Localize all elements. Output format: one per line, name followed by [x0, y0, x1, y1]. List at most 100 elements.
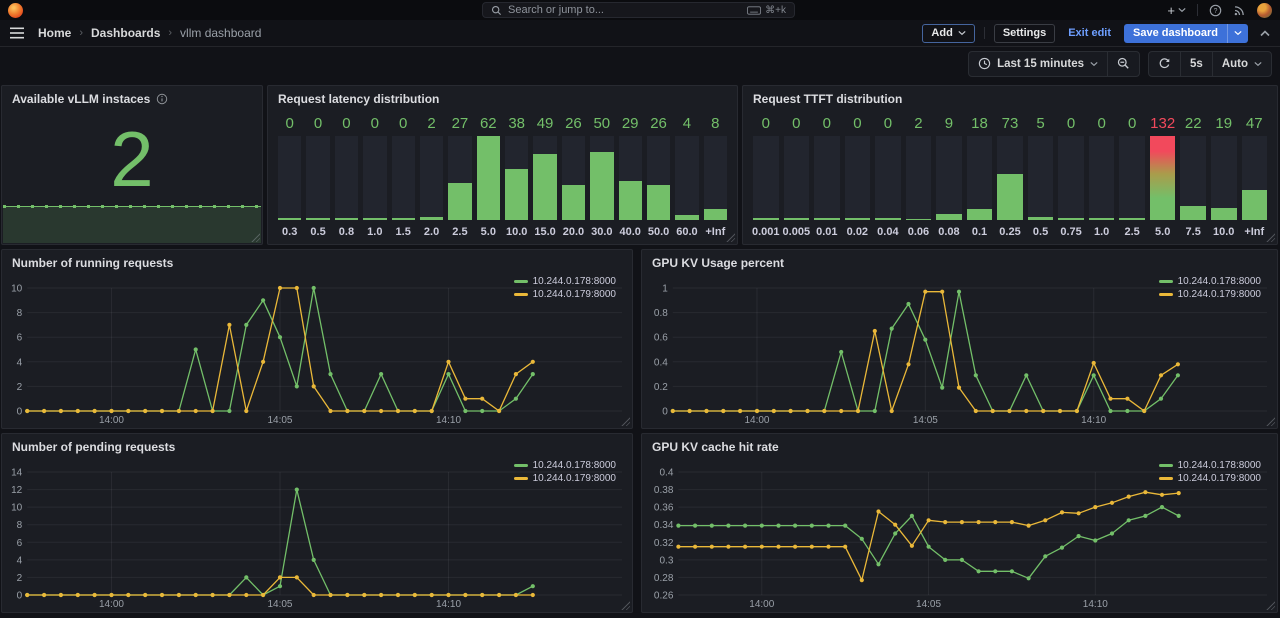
bar-value: 0	[1119, 114, 1145, 134]
series-color-swatch	[514, 280, 528, 283]
legend-item[interactable]: 10.244.0.178:8000	[514, 460, 616, 471]
refresh-icon	[1158, 57, 1171, 70]
bar-category-label: 5.0	[1150, 220, 1176, 238]
panel-title[interactable]: Number of pending requests	[12, 440, 175, 454]
svg-text:1: 1	[662, 284, 668, 295]
legend-item[interactable]: 10.244.0.178:8000	[1159, 276, 1261, 287]
user-avatar[interactable]	[1257, 3, 1272, 18]
time-range-picker[interactable]: Last 15 minutes	[969, 52, 1107, 76]
bar-0.001: 00.001	[753, 114, 779, 238]
panel-header: Request TTFT distribution	[743, 86, 1277, 112]
bar-fill	[753, 218, 779, 220]
bar-0.5: 50.5	[1028, 114, 1054, 238]
time-range-label: Last 15 minutes	[997, 58, 1084, 70]
news-icon[interactable]	[1233, 4, 1246, 17]
bar-+Inf: 47+Inf	[1242, 114, 1268, 238]
svg-text:14:05: 14:05	[267, 415, 292, 426]
panel-title[interactable]: Available vLLM instaces	[12, 92, 150, 106]
refresh-interval-label[interactable]: 5s	[1180, 52, 1212, 76]
bar-1.0: 01.0	[363, 114, 386, 238]
bar-fill	[675, 215, 698, 220]
breadcrumb-home[interactable]: Home	[38, 26, 71, 40]
bar-category-label: 2.5	[448, 220, 471, 238]
panel-title[interactable]: Number of running requests	[12, 256, 173, 270]
panel-title[interactable]: GPU KV Usage percent	[652, 256, 784, 270]
bar-5.0: 625.0	[477, 114, 500, 238]
collapse-chevron-up-icon[interactable]	[1260, 30, 1270, 37]
bar-value: 9	[936, 114, 962, 134]
bar-category-label: 0.1	[967, 220, 993, 238]
add-button[interactable]: Add	[922, 24, 974, 43]
help-icon[interactable]: ?	[1209, 4, 1222, 17]
panel-title[interactable]: Request TTFT distribution	[753, 92, 902, 106]
legend-item[interactable]: 10.244.0.179:8000	[1159, 289, 1261, 300]
bar-value: 73	[997, 114, 1023, 134]
bar-category-label: 1.0	[363, 220, 386, 238]
bar-fill	[448, 183, 471, 220]
svg-text:14:05: 14:05	[916, 599, 941, 610]
save-dashboard-button[interactable]: Save dashboard	[1124, 24, 1248, 43]
breadcrumb-separator: ›	[168, 27, 172, 39]
bar-category-label: 10.0	[1211, 220, 1237, 238]
panel-request-latency: Request latency distribution 00.300.500.…	[267, 85, 738, 245]
svg-text:0: 0	[662, 407, 668, 418]
bar-value: 38	[505, 114, 528, 134]
bar-fill	[647, 185, 670, 220]
search-input[interactable]: Search or jump to... ⌘+k	[482, 2, 795, 18]
bar-category-label: +Inf	[704, 220, 727, 238]
svg-text:14: 14	[11, 468, 23, 479]
legend-item[interactable]: 10.244.0.178:8000	[1159, 460, 1261, 471]
top-right-actions: + ?	[1167, 3, 1272, 18]
svg-text:0.2: 0.2	[654, 382, 668, 393]
bar-category-label: 0.001	[753, 220, 779, 238]
bar-fill	[590, 152, 613, 220]
bar-2.5: 272.5	[448, 114, 471, 238]
panel-title[interactable]: Request latency distribution	[278, 92, 439, 106]
svg-text:0.34: 0.34	[654, 520, 674, 531]
legend-item[interactable]: 10.244.0.179:8000	[514, 289, 616, 300]
bar-0.04: 00.04	[875, 114, 901, 238]
refresh-button[interactable]	[1149, 52, 1180, 76]
bar-category-label: 2.0	[420, 220, 443, 238]
bar-track	[997, 136, 1023, 220]
svg-text:8: 8	[17, 308, 23, 319]
bar-0.005: 00.005	[784, 114, 810, 238]
refresh-mode-picker[interactable]: Auto	[1212, 52, 1271, 76]
legend-item[interactable]: 10.244.0.178:8000	[514, 276, 616, 287]
legend-item[interactable]: 10.244.0.179:8000	[514, 473, 616, 484]
bar-value: 49	[533, 114, 556, 134]
menu-icon[interactable]	[10, 27, 24, 39]
settings-button[interactable]: Settings	[994, 24, 1055, 43]
bar-category-label: 40.0	[619, 220, 642, 238]
keyboard-shortcut-hint: ⌘+k	[747, 5, 786, 16]
svg-text:?: ?	[1214, 7, 1218, 14]
grafana-logo[interactable]	[8, 3, 23, 18]
bar-fill	[306, 218, 329, 220]
series-name: 10.244.0.179:8000	[1178, 473, 1261, 484]
bar-track	[647, 136, 670, 220]
panel-title[interactable]: GPU KV cache hit rate	[652, 440, 779, 454]
bar-40.0: 2940.0	[619, 114, 642, 238]
bar-value: 0	[814, 114, 840, 134]
exit-edit-button[interactable]: Exit edit	[1064, 24, 1115, 43]
bar-track	[448, 136, 471, 220]
breadcrumb-dashboards[interactable]: Dashboards	[91, 26, 160, 40]
info-icon[interactable]	[156, 93, 168, 105]
bar-track	[619, 136, 642, 220]
legend-item[interactable]: 10.244.0.179:8000	[1159, 473, 1261, 484]
svg-text:14:00: 14:00	[99, 599, 124, 610]
bar-value: 22	[1180, 114, 1206, 134]
bar-value: 50	[590, 114, 613, 134]
panel-request-ttft: Request TTFT distribution 00.00100.00500…	[742, 85, 1278, 245]
bar-category-label: 0.04	[875, 220, 901, 238]
bar-track	[1242, 136, 1268, 220]
bar-value: 0	[1089, 114, 1115, 134]
bar-fill	[477, 136, 500, 220]
bar-category-label: 0.25	[997, 220, 1023, 238]
new-menu-button[interactable]: +	[1167, 4, 1186, 17]
bar-value: 18	[967, 114, 993, 134]
zoom-out-button[interactable]	[1107, 52, 1139, 76]
save-dashboard-menu-toggle[interactable]	[1227, 24, 1248, 43]
bar-value: 0	[392, 114, 415, 134]
bar-value: 0	[363, 114, 386, 134]
